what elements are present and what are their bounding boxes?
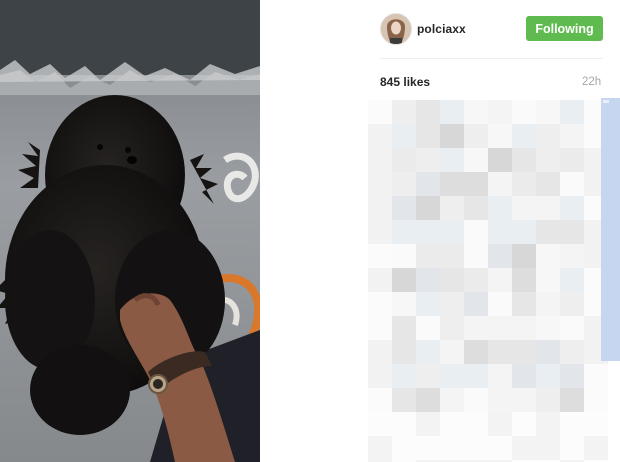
pixelated-comments-area	[368, 100, 608, 462]
post-photo	[0, 0, 260, 462]
scrollbar-arrow	[603, 100, 609, 103]
avatar[interactable]	[380, 13, 412, 45]
profile-avatar-icon	[381, 14, 411, 44]
following-button[interactable]: Following	[526, 16, 603, 41]
username-link[interactable]: polciaxx	[417, 22, 466, 36]
likes-count[interactable]: 845 likes	[380, 75, 430, 89]
post-timestamp[interactable]: 22h	[582, 76, 601, 88]
pomeranian-photo-icon	[0, 0, 260, 462]
post-header: polciaxx Following	[260, 0, 620, 58]
scrollbar[interactable]	[601, 98, 620, 361]
post-details-panel: polciaxx Following 845 likes 22h	[260, 0, 620, 462]
divider	[380, 58, 603, 59]
